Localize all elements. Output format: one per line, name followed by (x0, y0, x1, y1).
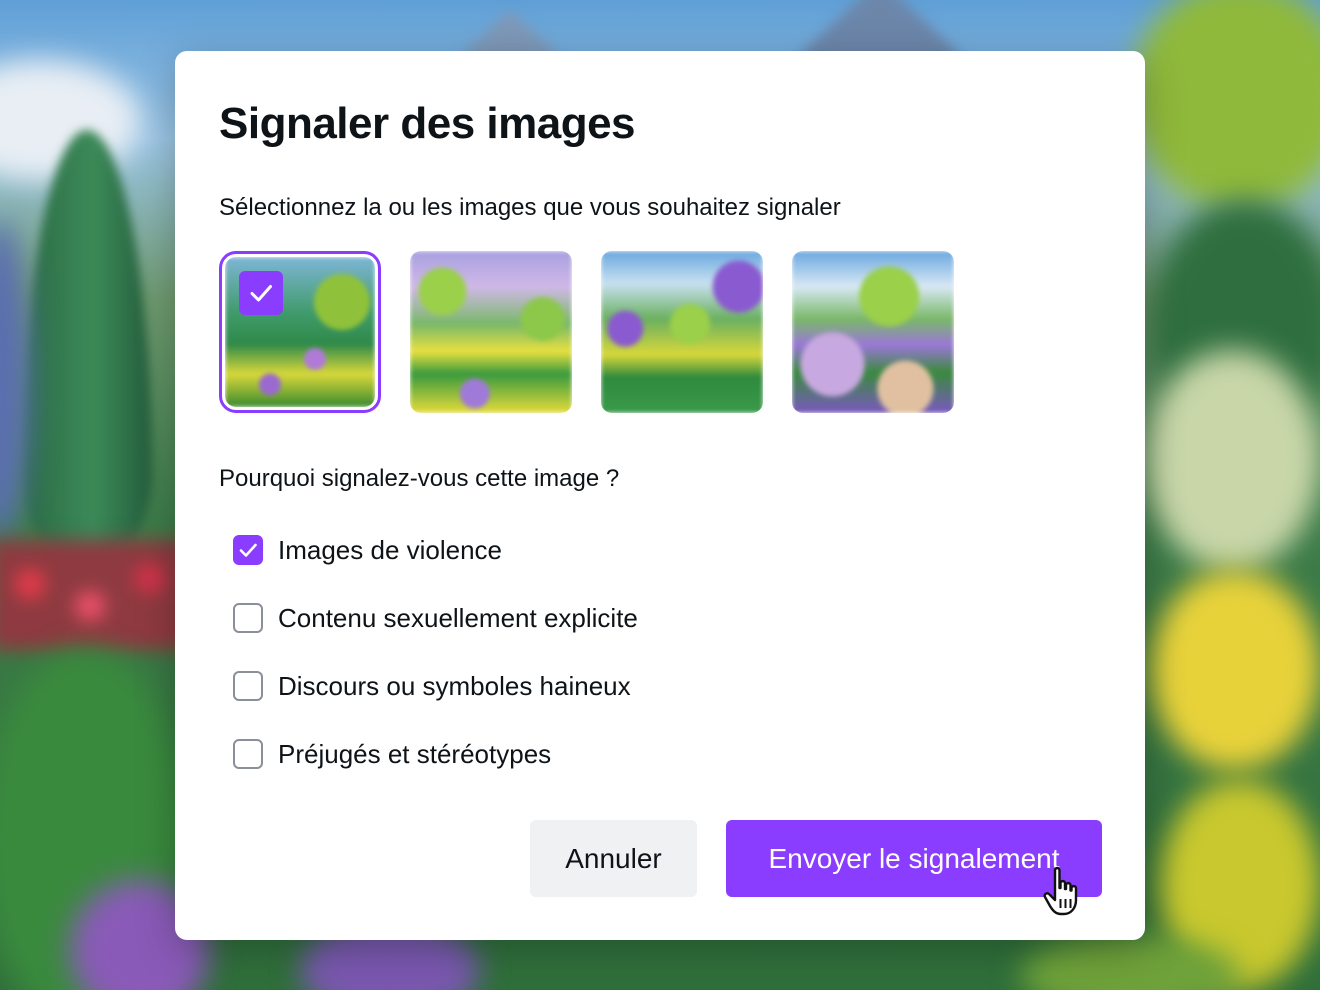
checkmark-icon (239, 543, 257, 557)
garden-thumbnail-icon (410, 251, 572, 413)
reason-label: Images de violence (278, 534, 503, 565)
garden-thumbnail-icon (792, 251, 954, 413)
reason-option-sexual-content[interactable]: Contenu sexuellement explicite (233, 596, 753, 640)
reason-checkbox-hate-speech[interactable] (233, 671, 263, 701)
reason-checkbox-sexual-content[interactable] (233, 603, 263, 633)
report-images-dialog: Signaler des images Sélectionnez la ou l… (175, 51, 1145, 940)
reason-option-hate-speech[interactable]: Discours ou symboles haineux (233, 664, 753, 708)
cancel-button[interactable]: Annuler (530, 820, 697, 897)
reason-checkbox-violence[interactable] (233, 535, 263, 565)
image-thumbnail-3[interactable] (601, 251, 763, 413)
bush-shape (1145, 350, 1320, 570)
garden-thumbnail-icon (601, 251, 763, 413)
selected-check-icon (239, 271, 283, 315)
dialog-title: Signaler des images (219, 99, 636, 148)
reason-option-violence[interactable]: Images de violence (233, 528, 753, 572)
flowerbed-shape (0, 540, 190, 650)
tree-shape (22, 130, 152, 560)
reason-label: Contenu sexuellement explicite (278, 602, 638, 633)
reason-option-bias[interactable]: Préjugés et stéréotypes (233, 732, 753, 776)
yellow-flower-shape (1150, 570, 1320, 770)
image-thumbnails (219, 251, 959, 415)
select-images-instruction: Sélectionnez la ou les images que vous s… (219, 194, 841, 221)
reason-label: Préjugés et stéréotypes (278, 738, 552, 769)
reason-checkbox-bias[interactable] (233, 739, 263, 769)
image-thumbnail-1[interactable] (219, 251, 381, 413)
image-thumbnail-2[interactable] (410, 251, 572, 413)
bush-shape (1130, 0, 1320, 210)
image-thumbnail-4[interactable] (792, 251, 954, 413)
report-reason-question: Pourquoi signalez-vous cette image ? (219, 465, 620, 492)
hand-pointer-icon (1043, 866, 1078, 916)
reason-label: Discours ou symboles haineux (278, 670, 631, 701)
